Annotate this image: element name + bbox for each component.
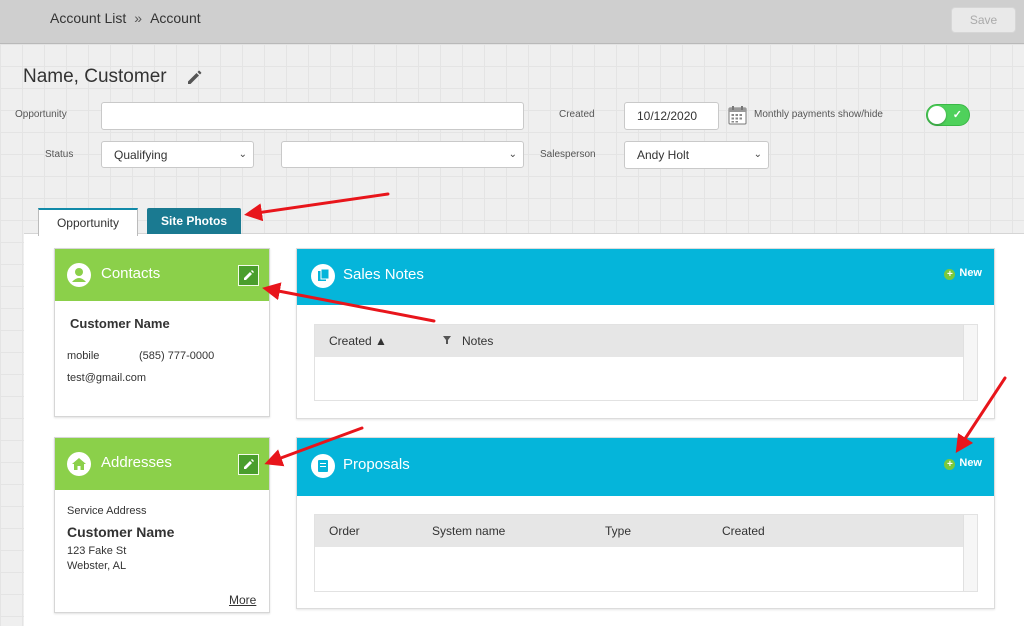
addresses-header: Addresses — [55, 438, 269, 490]
page-title: Name, Customer — [23, 66, 167, 87]
plus-icon: + — [944, 269, 956, 280]
salesperson-select[interactable]: Andy Holt ⌄ — [624, 141, 769, 169]
pencil-icon — [244, 270, 254, 280]
contact-phone[interactable]: (585) 777-0000 — [139, 350, 214, 362]
breadcrumb-account: Account — [150, 10, 201, 26]
salesperson-label: Salesperson — [540, 149, 596, 160]
notes-icon — [311, 264, 335, 288]
proposals-table: Order System name Type Created — [314, 514, 978, 592]
proposals-title: Proposals — [343, 456, 410, 473]
status-label: Status — [45, 149, 74, 160]
address-type: Service Address — [67, 505, 147, 517]
new-sales-note-label: New — [959, 267, 982, 279]
column-system-name[interactable]: System name — [432, 524, 505, 538]
column-created[interactable]: Created ▲ — [329, 334, 387, 348]
new-proposal-label: New — [959, 457, 982, 469]
contact-email[interactable]: test@gmail.com — [67, 372, 146, 384]
new-sales-note-button[interactable]: + New — [944, 267, 982, 280]
contact-phone-type: mobile — [67, 350, 100, 362]
scrollbar[interactable] — [963, 325, 977, 400]
plus-icon: + — [944, 459, 956, 470]
addresses-card: Addresses Service Address Customer Name … — [54, 437, 270, 613]
tab-site-photos[interactable]: Site Photos — [147, 208, 241, 234]
contacts-card: Contacts Customer Name mobile (585) 777-… — [54, 248, 270, 417]
breadcrumb: Account List » Account — [50, 10, 201, 26]
contacts-header: Contacts — [55, 249, 269, 301]
toggle-knob — [928, 106, 946, 124]
contact-person-icon — [67, 263, 91, 287]
status-select[interactable]: Qualifying ⌄ — [101, 141, 254, 168]
proposals-header: Proposals + New — [297, 438, 994, 496]
sales-notes-panel: Sales Notes + New Created ▲ Notes — [296, 248, 995, 419]
addresses-title: Addresses — [101, 454, 172, 471]
breadcrumb-account-list[interactable]: Account List — [50, 10, 126, 26]
status-detail-select[interactable]: ⌄ — [281, 141, 524, 168]
monthly-payments-toggle[interactable]: ✓ — [926, 104, 970, 126]
sales-notes-title: Sales Notes — [343, 266, 424, 283]
check-icon: ✓ — [952, 109, 962, 121]
top-bar: Account List » Account Save — [0, 0, 1024, 44]
created-date-input[interactable]: 10/12/2020 — [624, 102, 719, 130]
monthly-payments-label: Monthly payments show/hide — [754, 109, 883, 120]
calendar-icon[interactable] — [728, 105, 747, 125]
created-label: Created — [559, 109, 595, 120]
opportunity-input[interactable] — [101, 102, 524, 130]
column-notes[interactable]: Notes — [462, 334, 493, 348]
arrow-to-site-photos — [244, 192, 390, 222]
sales-notes-table-header: Created ▲ Notes — [315, 325, 977, 357]
address-street: 123 Fake St — [67, 545, 127, 557]
edit-addresses-button[interactable] — [238, 454, 259, 475]
scrollbar[interactable] — [963, 515, 977, 591]
filter-icon[interactable] — [442, 335, 452, 345]
breadcrumb-separator: » — [134, 10, 143, 26]
column-order[interactable]: Order — [329, 524, 360, 538]
chevron-down-icon: ⌄ — [753, 149, 762, 160]
proposals-panel: Proposals + New Order System name Type Cr… — [296, 437, 995, 609]
pencil-icon — [244, 459, 254, 469]
document-icon — [311, 454, 335, 478]
column-created[interactable]: Created — [722, 524, 765, 538]
more-link[interactable]: More — [229, 593, 256, 607]
tab-opportunity[interactable]: Opportunity — [38, 208, 138, 236]
chevron-down-icon: ⌄ — [508, 149, 517, 160]
sales-notes-table: Created ▲ Notes — [314, 324, 978, 401]
address-name: Customer Name — [67, 524, 175, 540]
salesperson-value: Andy Holt — [637, 148, 690, 162]
proposals-table-header: Order System name Type Created — [315, 515, 977, 547]
home-icon — [67, 452, 91, 476]
save-button[interactable]: Save — [951, 7, 1016, 33]
edit-contacts-button[interactable] — [238, 265, 259, 286]
chevron-down-icon: ⌄ — [238, 149, 247, 160]
contacts-title: Contacts — [101, 265, 161, 282]
opportunity-label: Opportunity — [15, 109, 67, 120]
status-select-value: Qualifying — [114, 148, 168, 162]
sales-notes-header: Sales Notes + New — [297, 249, 994, 305]
contact-name: Customer Name — [70, 316, 170, 331]
edit-name-icon[interactable] — [185, 68, 203, 86]
address-city: Webster, AL — [67, 560, 127, 572]
new-proposal-button[interactable]: + New — [944, 457, 982, 470]
column-type[interactable]: Type — [605, 524, 631, 538]
